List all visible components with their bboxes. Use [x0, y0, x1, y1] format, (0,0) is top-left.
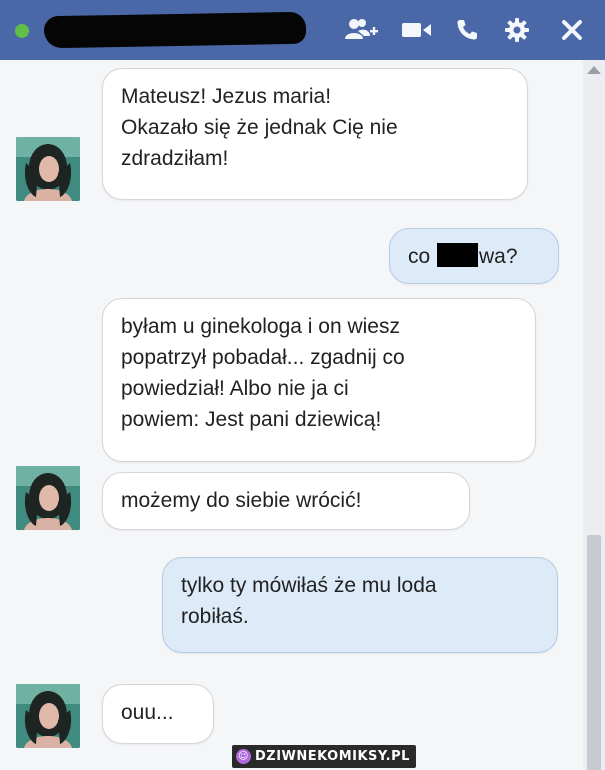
scrollbar-thumb[interactable] — [587, 535, 601, 770]
settings-gear-icon[interactable] — [502, 16, 532, 44]
incoming-message-bubble: ouu... — [102, 684, 214, 744]
message-text: wa? — [479, 245, 518, 268]
watermark: ☺ DZIWNEKOMIKSY.PL — [232, 745, 416, 768]
contact-avatar[interactable] — [16, 137, 80, 201]
add-people-icon[interactable] — [344, 16, 380, 44]
contact-avatar[interactable] — [16, 466, 80, 530]
scrollbar[interactable] — [583, 60, 605, 770]
chat-header-bar — [0, 0, 605, 60]
monster-logo-icon: ☺ — [236, 749, 251, 764]
incoming-message-bubble: możemy do siebie wrócić! — [102, 472, 470, 530]
message-text: co — [408, 245, 437, 268]
outgoing-message-bubble: tylko ty mówiłaś że mu loda robiłaś. — [162, 557, 558, 653]
close-icon[interactable] — [557, 16, 587, 44]
incoming-message-bubble: Mateusz! Jezus maria! Okazało się że jed… — [102, 68, 528, 200]
conversation-area[interactable]: Mateusz! Jezus maria! Okazało się że jed… — [0, 60, 605, 770]
scroll-up-arrow-icon[interactable] — [587, 66, 601, 74]
video-call-icon[interactable] — [400, 16, 434, 44]
incoming-message-bubble: byłam u ginekologa i on wiesz popatrzył … — [102, 298, 536, 462]
contact-avatar[interactable] — [16, 684, 80, 748]
redacted-word — [437, 243, 479, 267]
online-status-dot — [15, 24, 29, 38]
phone-call-icon[interactable] — [452, 16, 482, 44]
redacted-contact-name — [43, 11, 307, 49]
watermark-text: DZIWNEKOMIKSY.PL — [255, 749, 410, 764]
outgoing-message-bubble: co wa? — [389, 228, 559, 284]
